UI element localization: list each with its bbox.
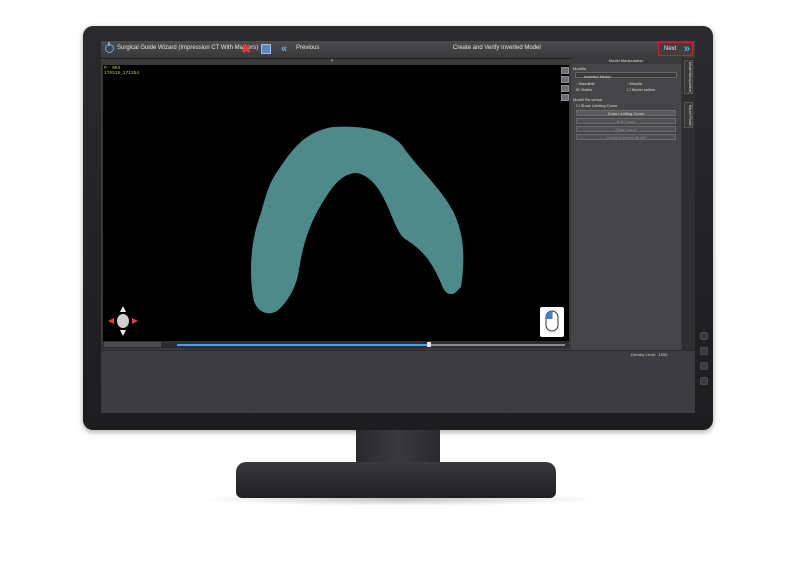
previous-button[interactable]: Previous [296, 45, 319, 51]
step-title: Create and Verify Inverted Model [453, 45, 541, 51]
draw-limiting-curve-button[interactable]: Draw Limiting Curve [576, 110, 676, 116]
timeline-bar [103, 341, 569, 348]
mandible-label: Mandible [578, 81, 595, 86]
visible-checkbox[interactable]: ☒ Visible [576, 87, 592, 92]
inverted-model-shape [251, 126, 464, 314]
timeline-input[interactable] [104, 342, 161, 347]
create-inverted-model-button[interactable]: Create Inverted Model [576, 134, 676, 140]
orientation-gizmo[interactable] [107, 305, 139, 337]
timeline-progress-fill [177, 344, 430, 346]
next-chevron-icon: » [683, 43, 690, 55]
dental-arch-model[interactable] [103, 65, 569, 341]
3d-viewport[interactable]: P: 003 170515_171354 [103, 65, 569, 341]
timeline-thumb[interactable] [427, 342, 432, 347]
monitor-button [700, 332, 708, 340]
monitor-button [700, 377, 708, 385]
show-limiting-curve-checkbox[interactable]: ☐ Show Limiting Curve [576, 103, 617, 108]
model-dropdown[interactable]: Inverted Model [575, 72, 677, 79]
panel-header: Model Manipulation [571, 58, 681, 64]
maxilla-radio[interactable]: ◦ Maxilla [627, 81, 642, 86]
collapse-arrow-icon[interactable]: ▼ [330, 59, 336, 63]
model-outline-checkbox[interactable]: ☐ Model outline [627, 87, 656, 92]
close-icon[interactable]: ✖ [241, 43, 253, 55]
timeline-slider[interactable] [177, 342, 565, 347]
models-section-title: Models [573, 66, 586, 71]
mouse-icon [540, 307, 564, 337]
status-bar: Density Level: -1000 [101, 350, 695, 413]
wizard-titlebar: Surgical Guide Wizard (Impression CT Wit… [101, 41, 695, 59]
monitor-buttons [700, 332, 708, 394]
tab-model-manipulation[interactable]: Model Manipulation [684, 60, 693, 94]
mandible-radio[interactable]: ◦ Mandible [576, 81, 595, 86]
clear-curve-button[interactable]: Clear Curve [576, 126, 676, 132]
wizard-title: Surgical Guide Wizard (Impression CT Wit… [117, 45, 259, 51]
model-reversal-section-title: Model Re-virtual [573, 97, 603, 102]
app-window: Surgical Guide Wizard (Impression CT Wit… [101, 41, 695, 413]
model-outline-label: Model outline [631, 87, 656, 92]
monitor-stand-base [236, 462, 556, 498]
model-manipulation-panel: Model Manipulation Models Inverted Model… [571, 58, 681, 350]
previous-chevron-icon[interactable]: « [281, 43, 293, 55]
density-level: Density Level: -1000 [631, 352, 668, 357]
power-icon[interactable] [105, 42, 114, 53]
save-icon[interactable] [261, 44, 271, 54]
next-label: Next [664, 46, 677, 52]
monitor-button [700, 362, 708, 370]
visible-label: Visible [580, 87, 593, 92]
next-button[interactable]: Next » [658, 42, 693, 56]
model-dropdown-value: Inverted Model [584, 73, 611, 79]
tab-report-panel[interactable]: Report Panel [684, 102, 693, 128]
monitor-button [700, 347, 708, 355]
edit-curve-button[interactable]: Edit Curve [576, 118, 676, 124]
show-limiting-curve-label: Show Limiting Curve [580, 103, 618, 108]
maxilla-label: Maxilla [629, 81, 642, 86]
